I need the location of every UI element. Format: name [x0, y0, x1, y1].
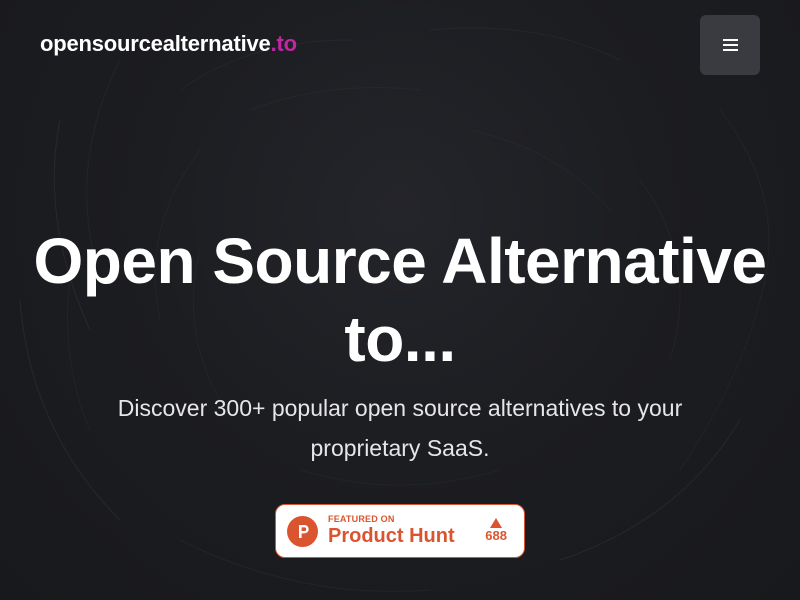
product-hunt-badge[interactable]: FEATURED ON Product Hunt 688	[275, 504, 525, 558]
upvote-triangle-icon	[490, 518, 503, 528]
hero-section: Open Source Alternative to... Discover 3…	[0, 222, 800, 468]
featured-on-label: FEATURED ON	[328, 514, 395, 524]
vote-count: 688	[485, 528, 507, 543]
logo-tld-text: .to	[270, 31, 297, 56]
hero-title: Open Source Alternative to...	[33, 225, 768, 375]
logo-main-text: opensourcealternative	[40, 31, 271, 56]
site-logo[interactable]: opensourcealternative.to	[40, 31, 297, 57]
product-hunt-logo-icon	[287, 515, 318, 547]
product-hunt-text: FEATURED ON Product Hunt	[328, 514, 455, 548]
hero-subtitle: Discover 300+ popular open source altern…	[117, 395, 683, 461]
menu-button[interactable]	[700, 15, 760, 75]
hamburger-menu-icon	[722, 39, 738, 51]
site-header: opensourcealternative.to	[0, 0, 800, 90]
product-hunt-name: Product Hunt	[328, 525, 455, 547]
vote-counter: 688	[485, 518, 507, 544]
